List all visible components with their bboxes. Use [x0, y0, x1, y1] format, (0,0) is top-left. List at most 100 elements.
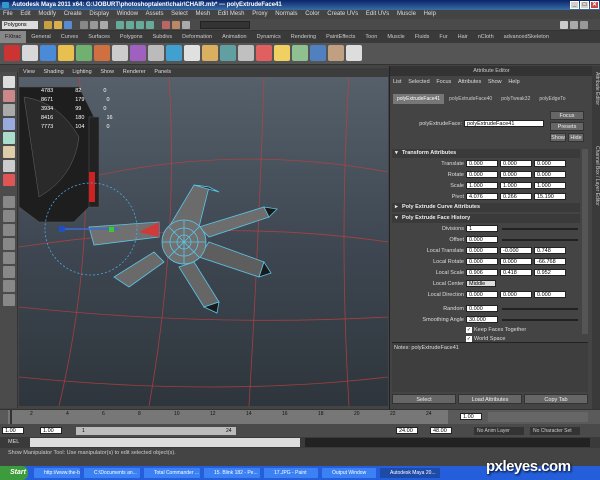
menu-mesh[interactable]: Mesh: [195, 11, 210, 17]
menu-file[interactable]: File: [3, 11, 13, 17]
input-line-field[interactable]: [200, 21, 250, 29]
shelf-tab-polygons[interactable]: Polygons: [115, 31, 148, 43]
translate-z-field[interactable]: 0.000: [534, 160, 566, 167]
snap-curve-icon[interactable]: [126, 21, 134, 29]
tab-polyextrudeface41[interactable]: polyExtrudeFace41: [393, 94, 445, 104]
shelf-tab-deformation[interactable]: Deformation: [177, 31, 217, 43]
local-scale-x-field[interactable]: 0.906: [466, 269, 498, 276]
shelf-tool-icon[interactable]: [94, 45, 110, 61]
menu-edit[interactable]: Edit: [20, 11, 30, 17]
ae-menu-attributes[interactable]: Attributes: [458, 79, 481, 85]
ae-menu-focus[interactable]: Focus: [436, 79, 451, 85]
layout-uv-icon[interactable]: [3, 280, 15, 292]
scale-z-field[interactable]: 1.000: [534, 182, 566, 189]
layout-custom-icon[interactable]: [3, 294, 15, 306]
render-settings-icon[interactable]: [182, 21, 190, 29]
shelf-tool-icon[interactable]: [238, 45, 254, 61]
local-rotate-y-field[interactable]: 0.000: [500, 258, 532, 265]
new-scene-icon[interactable]: [44, 21, 52, 29]
keep-faces-checkbox[interactable]: ✓: [466, 327, 472, 333]
mode-selector[interactable]: Polygons: [2, 21, 38, 29]
ae-menu-show[interactable]: Show: [488, 79, 502, 85]
time-slider[interactable]: 2 4 6 8 10 12 14 16 18 20 22 24 1.00: [0, 409, 600, 424]
section-face-history[interactable]: Poly Extrude Face History: [392, 214, 580, 223]
shelf-tab-curves[interactable]: Curves: [56, 31, 83, 43]
shelf-tool-icon[interactable]: [184, 45, 200, 61]
local-direction-y-field[interactable]: 0.000: [500, 291, 532, 298]
rotate-z-field[interactable]: 0.000: [534, 171, 566, 178]
shelf-tab-fur[interactable]: Fur: [434, 31, 452, 43]
shelf-tool-icon[interactable]: [274, 45, 290, 61]
last-tool-icon[interactable]: [3, 174, 15, 186]
translate-y-field[interactable]: 0.000: [500, 160, 532, 167]
menu-create[interactable]: Create: [64, 11, 82, 17]
range-slider[interactable]: 1: [76, 427, 236, 435]
shelf-tool-icon[interactable]: [310, 45, 326, 61]
shelf-tab-fxtrac[interactable]: FXtrac: [0, 31, 27, 43]
ae-menu-list[interactable]: List: [393, 79, 402, 85]
shelf-tab-surfaces[interactable]: Surfaces: [83, 31, 115, 43]
shelf-tool-icon[interactable]: [220, 45, 236, 61]
layout-hypershade-icon[interactable]: [3, 252, 15, 264]
notes-panel[interactable]: Notes: polyExtrudeFace41: [392, 342, 588, 392]
menu-edit-uvs[interactable]: Edit UVs: [366, 11, 389, 17]
viewport-menu-view[interactable]: View: [23, 69, 35, 75]
divisions-field[interactable]: 1: [466, 225, 498, 232]
shelf-tab-ncloth[interactable]: nCloth: [473, 31, 499, 43]
menu-window[interactable]: Window: [117, 11, 138, 17]
menu-display[interactable]: Display: [89, 11, 109, 17]
current-frame-marker[interactable]: [10, 410, 12, 424]
minimize-button[interactable]: _: [570, 1, 579, 9]
ae-scrollbar[interactable]: [582, 149, 588, 334]
offset-slider[interactable]: [502, 239, 578, 241]
shelf-tool-icon[interactable]: [130, 45, 146, 61]
shelf-tab-hair[interactable]: Hair: [453, 31, 473, 43]
shelf-tab-painteffects[interactable]: PaintEffects: [321, 31, 360, 43]
tab-polyextrudeface40[interactable]: polyExtrudeFace40: [445, 94, 496, 104]
layout-persp-outliner-icon[interactable]: [3, 224, 15, 236]
snap-view-plane-icon[interactable]: [146, 21, 154, 29]
viewport-menu-lighting[interactable]: Lighting: [72, 69, 91, 75]
shelf-tab-subdivs[interactable]: Subdivs: [148, 31, 178, 43]
layout-single-icon[interactable]: [3, 196, 15, 208]
random-slider[interactable]: [502, 308, 578, 310]
ae-menu-help[interactable]: Help: [508, 79, 519, 85]
shelf-tab-fluids[interactable]: Fluids: [410, 31, 435, 43]
shelf-tool-icon[interactable]: [58, 45, 74, 61]
shelf-tab-rendering[interactable]: Rendering: [286, 31, 321, 43]
copy-tab-button[interactable]: Copy Tab: [524, 394, 588, 404]
load-attributes-button[interactable]: Load Attributes: [458, 394, 522, 404]
section-curve-attributes[interactable]: Poly Extrude Curve Attributes: [392, 203, 580, 212]
show-tool-settings-icon[interactable]: [570, 21, 578, 29]
rotate-tool-icon[interactable]: [3, 132, 15, 144]
end-time-field[interactable]: 48.00: [430, 427, 452, 434]
viewport-menu-show[interactable]: Show: [100, 69, 114, 75]
shelf-tool-icon[interactable]: [346, 45, 362, 61]
shelf-tool-icon[interactable]: [328, 45, 344, 61]
mel-input[interactable]: [30, 438, 300, 447]
menu-select[interactable]: Select: [171, 11, 188, 17]
shelf-tab-toon[interactable]: Toon: [360, 31, 382, 43]
character-set-dropdown[interactable]: No Character Set: [530, 427, 580, 435]
shelf-tab-dynamics[interactable]: Dynamics: [252, 31, 286, 43]
divisions-slider[interactable]: [502, 228, 578, 230]
save-scene-icon[interactable]: [64, 21, 72, 29]
tab-polyedgeto[interactable]: polyEdgeTo: [535, 94, 569, 104]
pivot-z-field[interactable]: 15.190: [534, 193, 566, 200]
timeline-track[interactable]: [8, 410, 448, 424]
taskbar-item-total-commander[interactable]: Total Commander ...: [144, 468, 200, 478]
ae-menu-selected[interactable]: Selected: [408, 79, 429, 85]
layout-render-icon[interactable]: [3, 266, 15, 278]
rotate-y-field[interactable]: 0.000: [500, 171, 532, 178]
presets-button[interactable]: Presets: [550, 122, 584, 131]
render-icon[interactable]: [162, 21, 170, 29]
maximize-button[interactable]: □: [580, 1, 589, 9]
playback-start-field[interactable]: 1.00: [40, 427, 62, 434]
perspective-viewport[interactable]: 4783 82 0 8671 179 0 3934 99 0 8416 180 16 7773 1…: [19, 77, 388, 406]
move-tool-icon[interactable]: [3, 118, 15, 130]
start-time-field[interactable]: 1.00: [2, 427, 24, 434]
anim-layer-dropdown[interactable]: No Anim Layer: [474, 427, 524, 435]
local-center-dropdown[interactable]: Middle: [466, 280, 496, 287]
hide-button[interactable]: Hide: [568, 133, 584, 142]
local-direction-z-field[interactable]: 0.000: [534, 291, 566, 298]
